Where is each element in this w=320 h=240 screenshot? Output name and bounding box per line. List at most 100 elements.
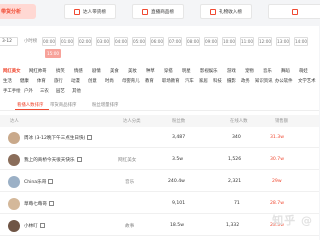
hour-chip[interactable]: 07:00 <box>168 37 182 46</box>
category-item[interactable]: 户外 <box>24 88 33 94</box>
category-item[interactable]: 生活 <box>3 78 12 84</box>
category-item[interactable]: 网红美女 <box>3 68 21 74</box>
category-item[interactable]: 舞蹈 <box>281 68 290 74</box>
online-count: 340 <box>232 135 241 140</box>
category-item[interactable]: 剧情 <box>92 68 101 74</box>
anchor-name[interactable]: 我上的商桥今天很天快乐 <box>24 157 82 163</box>
category-item[interactable]: 教育 <box>145 78 154 84</box>
category-item[interactable]: 美食 <box>110 68 119 74</box>
category-item[interactable]: 旅行 <box>54 78 63 84</box>
fans-count: 240.4w <box>168 179 185 184</box>
category-item[interactable]: 美妆 <box>128 68 137 74</box>
anchor-name[interactable]: China乐哥 <box>24 179 54 185</box>
anchor-name[interactable]: 周冰 (3-12晚下午三点生日快) <box>24 135 93 141</box>
hour-chip[interactable]: 11:00 <box>240 37 254 46</box>
gift-income-rank-button[interactable]: 礼物收入榜 <box>200 4 252 19</box>
live-product-rank-label: 直播商品榜 <box>151 9 174 15</box>
category-item[interactable]: 家居 <box>199 78 208 84</box>
active-tab-indicator <box>15 109 49 110</box>
hour-chip[interactable]: 01:00 <box>60 37 74 46</box>
hour-chip[interactable]: 09:00 <box>204 37 218 46</box>
category-item[interactable]: 知识资讯 <box>255 78 273 84</box>
table-row[interactable]: China乐哥 音乐 240.4w 2,321 29w <box>0 172 319 192</box>
watermark: 知乎 @ <box>272 214 313 227</box>
category-item[interactable]: 情感 <box>74 68 83 74</box>
category-item[interactable]: 明星 <box>182 68 191 74</box>
hour-chip[interactable]: 14:00 <box>294 37 308 46</box>
hour-chip[interactable]: 12:00 <box>258 37 272 46</box>
category-item[interactable]: 游戏 <box>227 68 236 74</box>
top-toolbar: 带货分析 达人带货榜 直播商品榜 礼物收入榜 <box>0 0 320 24</box>
column-header[interactable]: 达人分类 <box>123 118 141 124</box>
category-item[interactable]: 音乐 <box>263 68 272 74</box>
category-item[interactable]: 政务 <box>241 78 250 84</box>
hour-chip[interactable]: 13:00 <box>276 37 290 46</box>
category-item[interactable]: 创意 <box>88 78 97 84</box>
category-item[interactable]: 搞笑 <box>56 68 65 74</box>
category-item[interactable]: 摄影 <box>227 78 236 84</box>
hour-chip[interactable]: 00:00 <box>42 37 56 46</box>
table-row[interactable]: 草莓七莓哥 9,101 71 28.7w <box>0 194 319 214</box>
anchor-name-text: 草莓七莓哥 <box>24 202 47 207</box>
tab-products-sort[interactable]: 带货商品排序 <box>50 102 76 108</box>
online-count: 71 <box>234 201 240 206</box>
live-product-rank-button[interactable]: 直播商品榜 <box>132 4 184 19</box>
hour-chip[interactable]: 10:00 <box>222 37 236 46</box>
hour-chip[interactable]: 06:00 <box>150 37 164 46</box>
category-item[interactable]: 科技 <box>213 78 222 84</box>
hourly-rank-label[interactable]: 小时榜 <box>24 37 37 46</box>
category-item[interactable]: 其他 <box>72 88 81 94</box>
category-item[interactable]: 萌娃 <box>299 68 308 74</box>
table-row[interactable]: 周冰 (3-12晚下午三点生日快) 3,487 340 31.3w <box>0 128 319 148</box>
category-item[interactable]: 手工手绘 <box>3 88 21 94</box>
category-item[interactable]: 影视娱乐 <box>200 68 218 74</box>
fans-count: 18.5w <box>170 223 184 228</box>
category-item[interactable]: 动漫 <box>71 78 80 84</box>
category-item[interactable]: 健康 <box>20 78 29 84</box>
category-item[interactable]: 三农 <box>40 88 49 94</box>
hour-chip[interactable]: 03:00 <box>96 37 110 46</box>
category-item[interactable]: 办公软件 <box>275 78 293 84</box>
category-item[interactable]: 种草 <box>146 68 155 74</box>
category-item[interactable]: 穿搭 <box>164 68 173 74</box>
fans-count: 9,101 <box>172 201 186 206</box>
anchor-name[interactable]: 小林叮 <box>24 223 45 229</box>
anchor-name-text: 周冰 (3-12晚下午三点生日快) <box>24 136 86 141</box>
hour-chip-selected[interactable]: 15:00 <box>45 49 61 58</box>
category-item[interactable]: 园艺 <box>56 88 65 94</box>
store-icon <box>87 135 93 140</box>
category-item[interactable]: 时尚 <box>105 78 114 84</box>
sales-amount: 31.3w <box>270 135 284 140</box>
column-header[interactable]: 在线人数 <box>230 118 248 124</box>
store-icon <box>48 201 54 206</box>
anchor-category: 音乐 <box>125 180 135 185</box>
fans-count: 3,487 <box>172 135 186 140</box>
date-input[interactable]: 3-12 <box>0 37 18 46</box>
column-header[interactable]: 销售额 <box>275 118 288 124</box>
store-icon <box>39 223 45 228</box>
category-item[interactable]: 体育 <box>37 78 46 84</box>
hour-chip[interactable]: 05:00 <box>132 37 146 46</box>
category-row-1: 网红美女 网红帅哥 搞笑 情感 剧情 美食 美妆 种草 穿搭 明星 影视娱乐 游… <box>0 68 319 77</box>
category-item[interactable]: 网红帅哥 <box>29 68 47 74</box>
hour-chip[interactable]: 02:00 <box>78 37 92 46</box>
more-rank-button[interactable] <box>268 4 320 19</box>
anchor-sales-rank-button[interactable]: 达人带货榜 <box>64 4 116 19</box>
column-header[interactable]: 粉丝数 <box>172 118 185 124</box>
category-item[interactable]: 职场教育 <box>162 78 180 84</box>
ranking-tab[interactable]: 带货分析 <box>0 4 36 19</box>
anchor-name-text: 小林叮 <box>24 224 38 229</box>
category-item[interactable]: 汽车 <box>185 78 194 84</box>
category-item[interactable]: 文学艺术 <box>298 78 316 84</box>
hour-chip[interactable]: 08:00 <box>186 37 200 46</box>
sales-amount: 30.7w <box>270 157 284 162</box>
category-item[interactable]: 母婴育儿 <box>122 78 140 84</box>
tab-fans-growth-sort[interactable]: 粉丝增量排序 <box>92 102 118 108</box>
table-row[interactable]: 我上的商桥今天很天快乐 网红美女 3.5w 1,526 30.7w <box>0 150 319 170</box>
gift-income-rank-label: 礼物收入榜 <box>219 9 242 15</box>
tab-viewers-sort[interactable]: 看播人数排序 <box>17 102 43 108</box>
hour-chip[interactable]: 04:00 <box>114 37 128 46</box>
column-header[interactable]: 达人 <box>10 118 19 124</box>
anchor-name[interactable]: 草莓七莓哥 <box>24 201 54 207</box>
category-item[interactable]: 宠物 <box>245 68 254 74</box>
